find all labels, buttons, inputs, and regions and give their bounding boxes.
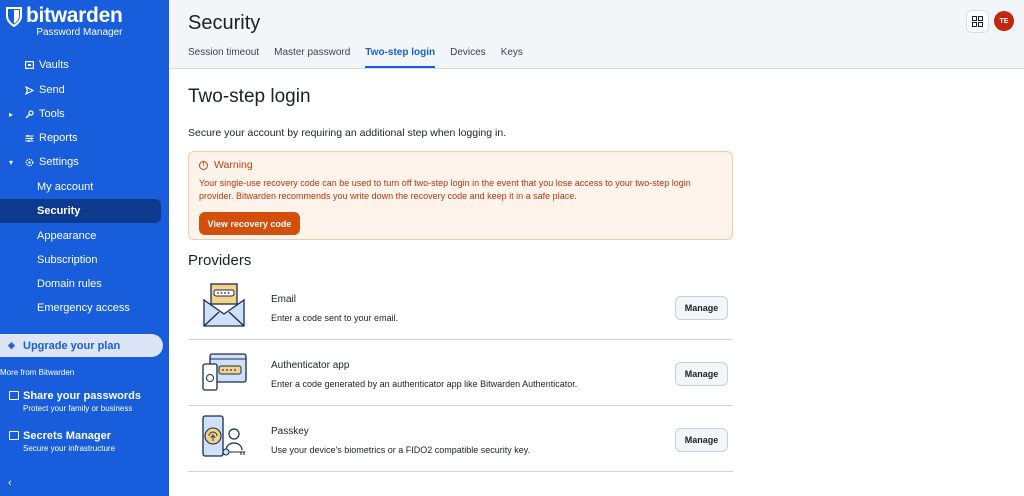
- section-title: Two-step login: [188, 86, 311, 107]
- product-title: Share your passwords: [23, 390, 141, 402]
- sidebar-item-emergency-access[interactable]: Emergency access: [0, 296, 169, 320]
- more-from-label: More from Bitwarden: [0, 368, 75, 377]
- provider-description: Enter a code generated by an authenticat…: [271, 379, 578, 389]
- sidebar-item-my-account[interactable]: My account: [0, 175, 169, 199]
- tab-keys[interactable]: Keys: [501, 47, 523, 68]
- sidebar-item-label: Appearance: [37, 230, 97, 242]
- provider-email: Email Enter a code sent to your email. M…: [188, 274, 733, 340]
- product-switcher-button[interactable]: [966, 10, 989, 33]
- sliders-icon: [24, 133, 34, 143]
- diamond-icon: ◈: [8, 340, 15, 350]
- grid-icon: [972, 16, 983, 27]
- sidebar-item-send[interactable]: Send: [0, 78, 169, 102]
- manage-authenticator-button[interactable]: Manage: [675, 362, 728, 386]
- provider-name: Passkey: [271, 426, 309, 437]
- product-subtitle: Secure your infrastructure: [23, 444, 116, 453]
- upgrade-plan-label: Upgrade your plan: [23, 339, 121, 352]
- secrets-manager-icon: [9, 431, 19, 440]
- warning-title: Warning: [214, 159, 253, 171]
- provider-passkey: Passkey Use your device's biometrics or …: [188, 406, 733, 472]
- provider-description: Use your device's biometrics or a FIDO2 …: [271, 445, 531, 455]
- sidebar-item-label: Subscription: [37, 254, 98, 266]
- brand-subtitle: Password Manager: [36, 27, 123, 38]
- provider-name: Authenticator app: [271, 360, 350, 371]
- product-subtitle: Protect your family or business: [23, 404, 133, 413]
- family-icon: [9, 391, 19, 400]
- tab-two-step-login[interactable]: Two-step login: [365, 47, 436, 68]
- chevron-right-icon: ▸: [9, 109, 14, 119]
- wrench-icon: [24, 109, 34, 119]
- brand-name: bitwarden: [26, 4, 123, 27]
- sidebar-item-subscription[interactable]: Subscription: [0, 248, 169, 272]
- tab-devices[interactable]: Devices: [450, 47, 486, 68]
- sidebar-item-label: Send: [39, 84, 65, 96]
- manage-passkey-button[interactable]: Manage: [675, 428, 728, 452]
- warning-callout: ! Warning Your single-use recovery code …: [188, 151, 733, 240]
- gear-icon: [24, 157, 34, 167]
- brand-logo[interactable]: bitwarden Password Manager: [6, 4, 123, 38]
- provider-authenticator-app: Authenticator app Enter a code generated…: [188, 340, 733, 406]
- sidebar-item-appearance[interactable]: Appearance: [0, 224, 169, 248]
- collapse-sidebar-icon[interactable]: ‹: [8, 477, 12, 489]
- page-header: Security Session timeout Master password…: [169, 0, 1024, 69]
- view-recovery-code-button[interactable]: View recovery code: [199, 212, 300, 235]
- authenticator-app-icon: [202, 353, 247, 391]
- page-title: Security: [188, 12, 261, 34]
- chevron-down-icon: ▾: [9, 157, 14, 167]
- avatar[interactable]: TE: [994, 11, 1014, 31]
- vault-icon: [24, 60, 34, 70]
- bitwarden-shield-icon: [6, 7, 22, 27]
- email-envelope-icon: [203, 283, 245, 327]
- sidebar-item-label: Tools: [39, 108, 65, 120]
- sidebar-item-label: Domain rules: [37, 278, 102, 290]
- warning-body: Your single-use recovery code can be use…: [199, 178, 691, 201]
- provider-name: Email: [271, 294, 297, 305]
- sidebar-item-label: Security: [37, 205, 81, 217]
- sidebar-item-label: My account: [37, 181, 94, 193]
- tab-session-timeout[interactable]: Session timeout: [188, 47, 259, 68]
- intro-text: Secure your account by requiring an addi…: [188, 127, 507, 139]
- sidebar-item-domain-rules[interactable]: Domain rules: [0, 272, 169, 296]
- providers-title: Providers: [188, 252, 252, 269]
- provider-description: Enter a code sent to your email.: [271, 313, 399, 323]
- sidebar-item-label: Emergency access: [37, 302, 130, 314]
- tab-bar: Session timeout Master password Two-step…: [188, 47, 538, 68]
- tab-master-password[interactable]: Master password: [274, 47, 350, 68]
- sidebar-item-settings[interactable]: ▾ Settings: [0, 150, 169, 174]
- upgrade-plan-button[interactable]: ◈ Upgrade your plan: [0, 334, 163, 357]
- warning-icon: !: [199, 160, 208, 170]
- send-icon: [24, 85, 34, 95]
- sidebar-item-label: Settings: [39, 156, 79, 168]
- passkey-fingerprint-icon: [202, 415, 245, 457]
- sidebar: bitwarden Password Manager Vaults Send ▸…: [0, 0, 169, 496]
- sidebar-item-vaults[interactable]: Vaults: [0, 53, 169, 77]
- product-title: Secrets Manager: [23, 430, 112, 442]
- sidebar-item-label: Vaults: [39, 59, 69, 71]
- sidebar-item-reports[interactable]: Reports: [0, 126, 169, 150]
- sidebar-item-label: Reports: [39, 132, 78, 144]
- sidebar-item-security[interactable]: Security: [0, 199, 161, 223]
- sidebar-item-tools[interactable]: ▸ Tools: [0, 102, 169, 126]
- manage-email-button[interactable]: Manage: [675, 296, 728, 320]
